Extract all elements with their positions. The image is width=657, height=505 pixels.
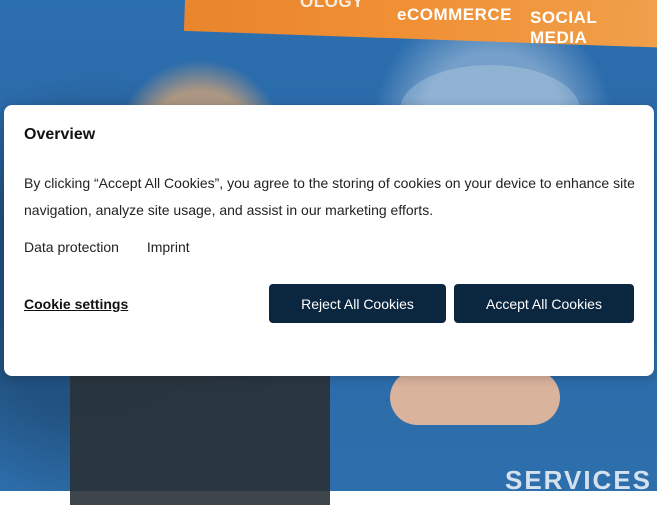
dialog-description: By clicking “Accept All Cookies”, you ag… xyxy=(24,175,635,218)
banner-item-ecommerce: eCOMMERCE xyxy=(397,5,513,24)
accept-all-cookies-button[interactable]: Accept All Cookies xyxy=(454,284,634,323)
banner-item-social-media: SOCIAL MEDIA xyxy=(530,8,597,47)
data-protection-link[interactable]: Data protection xyxy=(24,239,119,255)
imprint-link[interactable]: Imprint xyxy=(147,239,190,255)
dialog-title: Overview xyxy=(24,126,96,143)
background-services-text: SERVICES xyxy=(505,465,653,495)
cookie-consent-dialog: Overview By clicking “Accept All Cookies… xyxy=(4,105,654,376)
background-hand xyxy=(390,370,560,425)
dialog-links: Data protection Imprint xyxy=(24,239,190,255)
cookie-settings-link[interactable]: Cookie settings xyxy=(24,296,128,312)
banner-item-ology: OLOGY xyxy=(300,0,364,11)
reject-all-cookies-button[interactable]: Reject All Cookies xyxy=(269,284,446,323)
